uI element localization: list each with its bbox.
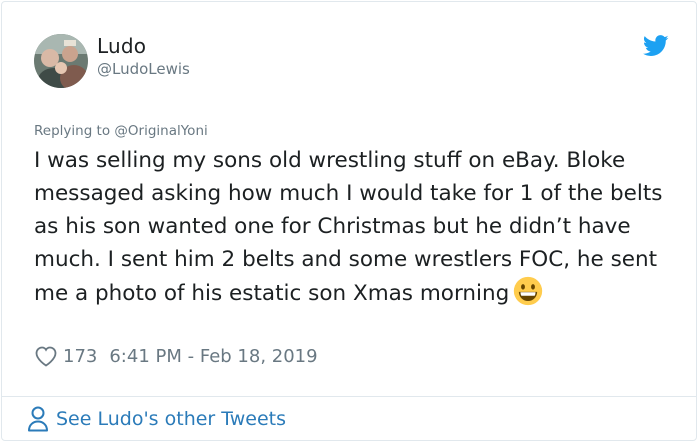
- divider: [2, 396, 696, 397]
- tweet-timestamp[interactable]: 6:41 PM - Feb 18, 2019: [109, 346, 317, 367]
- like-count[interactable]: 173: [63, 346, 97, 367]
- author-name[interactable]: Ludo: [97, 34, 146, 58]
- avatar[interactable]: [34, 34, 88, 88]
- see-other-tweets-label: See Ludo's other Tweets: [56, 408, 287, 430]
- tweet-meta: 173 6:41 PM - Feb 18, 2019: [34, 345, 318, 367]
- heart-icon[interactable]: [34, 345, 58, 367]
- person-icon: [28, 406, 48, 432]
- twitter-bird-icon[interactable]: [643, 35, 669, 57]
- avatar-photo: [34, 34, 88, 88]
- tweet-text: I was selling my sons old wrestling stuf…: [34, 144, 684, 310]
- reply-prefix: Replying to: [34, 123, 115, 139]
- see-other-tweets-link[interactable]: See Ludo's other Tweets: [27, 406, 286, 432]
- author-handle[interactable]: @LudoLewis: [97, 60, 190, 78]
- reply-context: Replying to @OriginalYoni: [34, 123, 208, 139]
- grinning-face-emoji: [514, 276, 543, 306]
- tweet-card: Ludo @LudoLewis Replying to @OriginalYon…: [1, 1, 697, 441]
- reply-mention-link[interactable]: @OriginalYoni: [114, 123, 207, 139]
- tweet-body: I was selling my sons old wrestling stuf…: [34, 148, 663, 306]
